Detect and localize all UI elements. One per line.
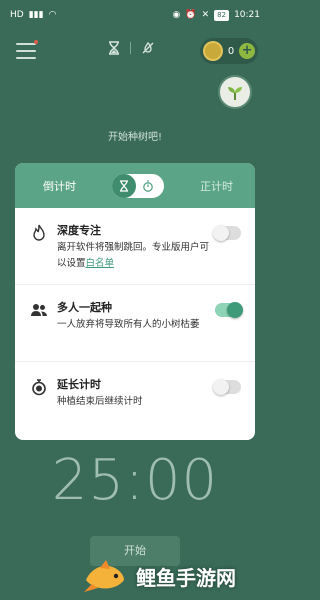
carp-logo-icon (84, 560, 124, 592)
coin-balance[interactable]: 0 + (200, 38, 258, 64)
option-description: 一人放弃将导致所有人的小树枯萎 (57, 319, 200, 330)
option-title: 多人一起种 (57, 301, 112, 314)
top-bar: 0 + (0, 36, 270, 66)
watermark-text: 鲤鱼手游网 (136, 565, 236, 590)
option-group-plant: 多人一起种 一人放弃将导致所有人的小树枯萎 (15, 285, 255, 362)
coin-icon (203, 41, 223, 61)
hd-indicator: HD (10, 10, 24, 20)
option-title: 深度专注 (57, 224, 101, 237)
extend-timer-toggle[interactable] (213, 379, 241, 395)
mode-separator (130, 42, 131, 54)
people-icon (31, 304, 47, 316)
stopwatch-icon (143, 179, 153, 192)
status-bar: HD ▮▮▮ ◠ ◉ ⏰ ✕ 82 10:21 (0, 0, 270, 30)
hourglass-icon[interactable] (108, 41, 120, 55)
timer-mode-header: 倒计时 正计时 (15, 163, 255, 208)
option-title: 延长计时 (57, 378, 101, 391)
hourglass-mode-button[interactable] (112, 173, 136, 198)
hourglass-icon (120, 179, 128, 192)
eye-icon: ◉ (172, 10, 181, 20)
battery-indicator: 82 (214, 9, 230, 21)
stopwatch-mode-button[interactable] (136, 174, 160, 198)
option-desc-text: 离开软件将强制跳回。专业版用户可以设置 (57, 242, 210, 269)
mute-icon: ✕ (201, 10, 210, 20)
alarm-icon: ⏰ (185, 10, 197, 20)
option-description: 种植结束后继续计时 (57, 396, 143, 407)
signal-icon: ▮▮▮ (28, 10, 44, 20)
tab-countup[interactable]: 正计时 (200, 178, 233, 194)
wifi-icon: ◠ (48, 10, 57, 20)
option-description: 离开软件将强制跳回。专业版用户可以设置白名单 (57, 240, 217, 272)
timer-settings-panel: 倒计时 正计时 深度专注 离开软件将强制跳回。专业版用户可以设置白名单 多人一起… (15, 163, 255, 440)
notification-dot (34, 40, 38, 44)
clock: 10:21 (234, 10, 260, 20)
watermark: 鲤鱼手游网 (82, 552, 270, 600)
group-plant-toggle[interactable] (215, 302, 243, 318)
add-coins-button[interactable]: + (239, 43, 255, 59)
plant-hint: 开始种树吧! (107, 132, 162, 143)
no-phone-icon[interactable] (141, 41, 155, 55)
flame-icon (33, 224, 45, 241)
tab-countdown[interactable]: 倒计时 (43, 178, 76, 194)
option-deep-focus: 深度专注 离开软件将强制跳回。专业版用户可以设置白名单 (15, 208, 255, 285)
deep-focus-toggle[interactable] (213, 225, 241, 241)
option-extend-timer: 延长计时 种植结束后继续计时 (15, 362, 255, 439)
timer-mode-toggle[interactable] (112, 173, 164, 198)
sprout-icon (228, 87, 242, 100)
menu-icon[interactable] (16, 43, 36, 59)
mode-switch[interactable] (108, 41, 155, 55)
stopwatch-icon (32, 379, 46, 396)
coin-count: 0 (227, 45, 235, 57)
whitelist-link[interactable]: 白名单 (86, 258, 115, 269)
timer-display: 25:00 (51, 448, 219, 513)
tree-species-button[interactable] (218, 75, 252, 109)
